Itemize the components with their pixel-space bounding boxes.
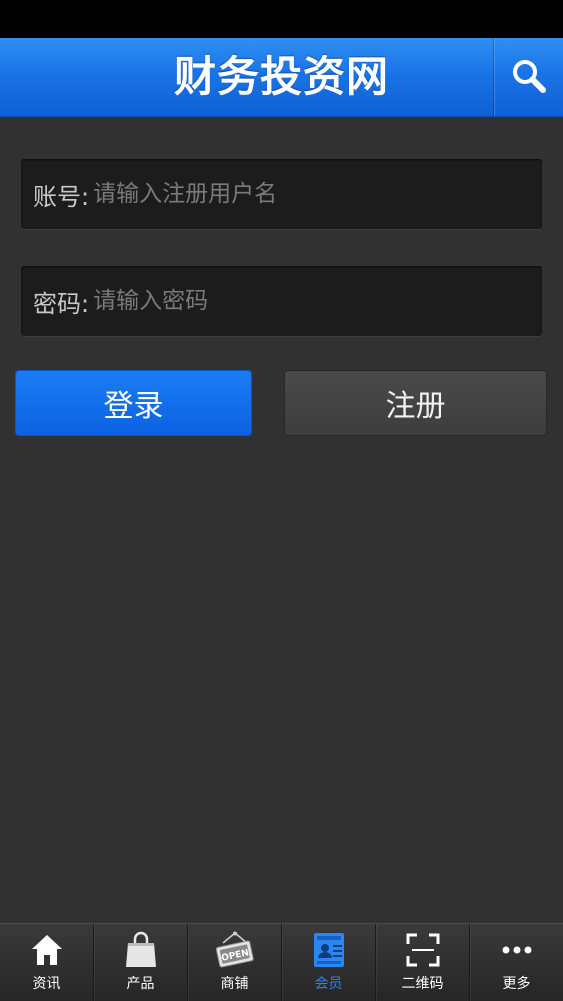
search-icon (513, 60, 546, 93)
home-icon (31, 935, 62, 965)
bottom-tabbar: 资讯 产品 OPEN 商铺 会员 二维码 更多 (0, 923, 563, 1001)
member-card-icon (313, 933, 344, 967)
shopping-bag-icon (125, 931, 156, 967)
qr-scan-icon (406, 933, 439, 967)
password-field: 密码: (21, 266, 542, 336)
tab-label: 更多 (502, 976, 531, 992)
app-header: 财务投资网 (0, 38, 563, 117)
tab-member[interactable]: 会员 (282, 924, 376, 1001)
tab-label: 商铺 (220, 976, 249, 992)
tab-more[interactable]: 更多 (470, 924, 563, 1001)
tab-label: 二维码 (401, 976, 444, 992)
page-title: 财务投资网 (173, 52, 389, 101)
more-icon (502, 946, 531, 954)
tab-label: 资讯 (32, 976, 61, 992)
header-divider (493, 38, 494, 116)
tab-shops[interactable]: OPEN 商铺 (188, 924, 282, 1001)
status-bar (0, 0, 563, 38)
account-field: 账号: (21, 159, 542, 229)
open-sign-icon: OPEN (215, 931, 254, 968)
password-input[interactable] (89, 271, 542, 331)
tab-label: 会员 (314, 976, 343, 992)
account-input[interactable] (89, 164, 542, 224)
password-label: 密码: (33, 289, 90, 318)
tab-label: 产品 (126, 976, 155, 992)
tab-products[interactable]: 产品 (94, 924, 188, 1001)
search-button[interactable] (495, 38, 563, 116)
tab-news[interactable]: 资讯 (0, 924, 94, 1001)
register-button[interactable]: 注册 (284, 370, 547, 436)
account-label: 账号: (33, 182, 90, 211)
login-button[interactable]: 登录 (15, 370, 252, 436)
tab-qrcode[interactable]: 二维码 (376, 924, 470, 1001)
